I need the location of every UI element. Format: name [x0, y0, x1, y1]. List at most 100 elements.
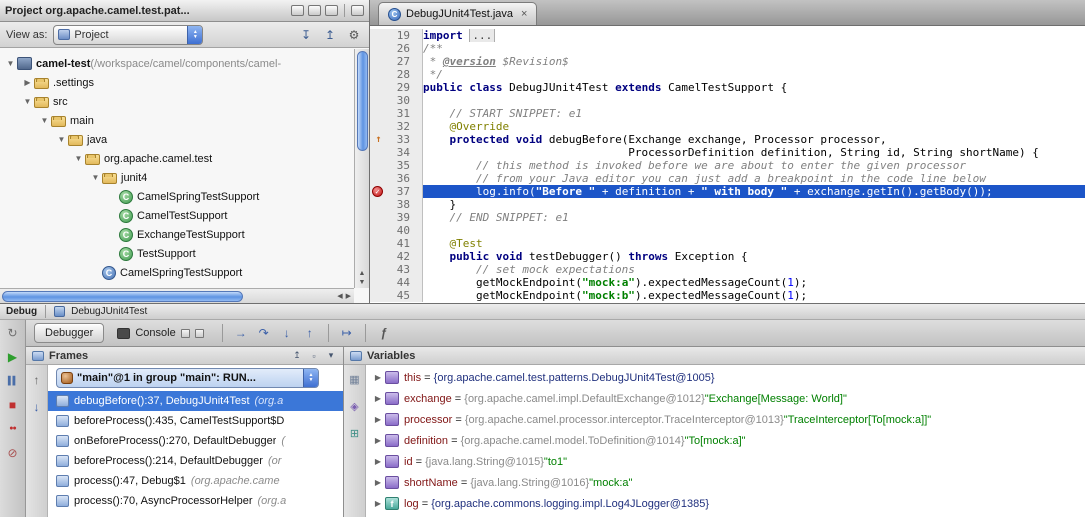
code-line[interactable]: 34 ProcessorDefinition definition, Strin… — [370, 146, 1085, 159]
code-line[interactable]: 19import ... — [370, 29, 1085, 42]
tree-toggle-icon[interactable]: ▼ — [21, 97, 34, 106]
tree-item[interactable]: CExchangeTestSupport — [0, 225, 353, 244]
expander-icon[interactable]: ▶ — [371, 415, 385, 424]
frame-item[interactable]: onBeforeProcess():270, DefaultDebugger ( — [48, 431, 343, 451]
view-as-select[interactable]: Project ▲ ▼ — [53, 25, 203, 45]
header-float-icon[interactable]: ▫ — [308, 351, 320, 361]
tree-item[interactable]: ▼org.apache.camel.test — [0, 149, 353, 168]
run-to-cursor-icon[interactable]: ↦ — [337, 324, 357, 342]
tree-item[interactable]: ▼src — [0, 92, 353, 111]
variable-item[interactable]: ▶this = {org.apache.camel.test.patterns.… — [366, 367, 1085, 388]
tree-toggle-icon[interactable]: ▼ — [89, 173, 102, 182]
code-line[interactable]: 45 getMockEndpoint("mock:b").expectedMes… — [370, 289, 1085, 302]
tree-toggle-icon[interactable]: ▼ — [38, 116, 51, 125]
scrollbar-thumb[interactable] — [2, 291, 243, 302]
frame-item[interactable]: debugBefore():37, DebugJUnit4Test (org.a — [48, 391, 343, 411]
variable-item[interactable]: ▶flog = {org.apache.commons.logging.impl… — [366, 493, 1085, 514]
code-line[interactable]: 39 // END SNIPPET: e1 — [370, 211, 1085, 224]
collapse-all-icon[interactable]: ↥ — [321, 28, 339, 42]
view-options-icon[interactable]: ▦ — [347, 372, 363, 388]
editor-tab[interactable]: C DebugJUnit4Test.java × — [378, 2, 537, 25]
show-execution-point-icon[interactable]: → — [231, 324, 251, 342]
code-line[interactable]: 29public class DebugJUnit4Test extends C… — [370, 81, 1085, 94]
scroll-left-icon[interactable]: ◀ — [337, 292, 342, 300]
variable-item[interactable]: ▶definition = {org.apache.camel.model.To… — [366, 430, 1085, 451]
expander-icon[interactable]: ▶ — [371, 478, 385, 487]
frame-item[interactable]: process():70, AsyncProcessorHelper (org.… — [48, 491, 343, 511]
close-tab-icon[interactable]: × — [521, 8, 527, 20]
step-out-icon[interactable]: ↑ — [300, 324, 320, 342]
step-over-icon[interactable]: ↷ — [254, 324, 274, 342]
split-window-icon[interactable] — [325, 5, 338, 16]
code-line[interactable]: 31 // START SNIPPET: e1 — [370, 107, 1085, 120]
add-watch-icon[interactable]: ⊞ — [347, 426, 363, 442]
tree-toggle-icon[interactable]: ▼ — [55, 135, 68, 144]
expander-icon[interactable]: ▶ — [371, 457, 385, 466]
tree-item[interactable]: ▼java — [0, 130, 353, 149]
tree-item[interactable]: ▼junit4 — [0, 168, 353, 187]
scrollbar-buttons[interactable]: ◀ ▶ — [337, 292, 354, 300]
code-line[interactable]: 27 * @version $Revision$ — [370, 55, 1085, 68]
variable-item[interactable]: ▶id = {java.lang.String@1015}"to1" — [366, 451, 1085, 472]
code-line[interactable]: 30 — [370, 94, 1085, 107]
shrink-window-icon[interactable] — [308, 5, 321, 16]
variable-item[interactable]: ▶processor = {org.apache.camel.processor… — [366, 409, 1085, 430]
tree-horizontal-scrollbar[interactable]: ◀ ▶ — [0, 288, 354, 303]
tree-item[interactable]: CCamelSpringTestSupport — [0, 263, 353, 282]
breakpoint-icon[interactable]: ✓ — [372, 186, 383, 197]
scrollbar-thumb[interactable] — [357, 51, 368, 151]
tree-toggle-icon[interactable]: ▼ — [72, 154, 85, 163]
code-line[interactable]: 26/** — [370, 42, 1085, 55]
tree-item[interactable]: CTestSupport — [0, 244, 353, 263]
mute-breakpoints-icon[interactable]: ⊘ — [5, 445, 21, 461]
expander-icon[interactable]: ▶ — [371, 373, 385, 382]
next-frame-icon[interactable]: ↓ — [29, 399, 45, 415]
frame-item[interactable]: beforeProcess():435, CamelTestSupport$D — [48, 411, 343, 431]
evaluate-expression-icon[interactable]: ƒ — [374, 324, 394, 342]
tree-item[interactable]: ▼camel-test (/workspace/camel/components… — [0, 54, 353, 73]
code-line[interactable]: 42 public void testDebugger() throws Exc… — [370, 250, 1085, 263]
code-line[interactable]: 36 // from your Java editor you can just… — [370, 172, 1085, 185]
tree-toggle-icon[interactable]: ▶ — [21, 78, 34, 87]
frame-item[interactable]: process():47, Debug$1 (org.apache.came — [48, 471, 343, 491]
previous-frame-icon[interactable]: ↑ — [29, 372, 45, 388]
float-window-icon[interactable] — [291, 5, 304, 16]
frame-item[interactable]: beforeProcess():214, DefaultDebugger (or — [48, 451, 343, 471]
scroll-right-icon[interactable]: ▶ — [346, 292, 351, 300]
expander-icon[interactable]: ▶ — [371, 394, 385, 403]
header-collapse-icon[interactable]: ↥ — [291, 350, 303, 361]
autoscroll-to-source-icon[interactable]: ↧ — [297, 28, 315, 42]
stop-icon[interactable]: ■ — [5, 397, 21, 413]
scrollbar-buttons[interactable]: ▲ ▼ — [359, 270, 366, 288]
expander-icon[interactable]: ▶ — [371, 436, 385, 445]
code-area[interactable]: 19import ...26/**27 * @version $Revision… — [370, 26, 1085, 303]
code-line[interactable]: 43 // set mock expectations — [370, 263, 1085, 276]
tree-item[interactable]: CCamelSpringTestSupport — [0, 187, 353, 206]
settings-gear-icon[interactable]: ⚙ — [345, 28, 363, 42]
combo-stepper-icon[interactable]: ▲ ▼ — [187, 26, 202, 44]
tab-console[interactable]: Console — [107, 323, 213, 343]
code-line[interactable]: 44 getMockEndpoint("mock:a").expectedMes… — [370, 276, 1085, 289]
tree-vertical-scrollbar[interactable]: ▲ ▼ — [354, 49, 369, 288]
expander-icon[interactable]: ▶ — [371, 499, 385, 508]
thread-selector[interactable]: "main"@1 in group "main": RUN... ▲ ▼ — [56, 368, 319, 388]
header-hide-icon[interactable]: ▾ — [325, 350, 337, 361]
code-line[interactable]: 41 @Test — [370, 237, 1085, 250]
hide-panel-icon[interactable] — [351, 5, 364, 16]
resume-program-icon[interactable]: ▶ — [5, 349, 21, 365]
code-line[interactable]: ↑33 protected void debugBefore(Exchange … — [370, 133, 1085, 146]
code-line[interactable]: 35 // this method is invoked before we a… — [370, 159, 1085, 172]
pause-program-icon[interactable]: ▌▌ — [5, 373, 21, 389]
code-line[interactable]: 38 } — [370, 198, 1085, 211]
float-tab-icon[interactable] — [195, 329, 204, 338]
tree-item[interactable]: ▶.settings — [0, 73, 353, 92]
folded-imports-icon[interactable]: ... — [469, 29, 495, 42]
pin-tab-icon[interactable] — [181, 329, 190, 338]
code-line[interactable]: 32 @Override — [370, 120, 1085, 133]
tree-item[interactable]: CCamelTestSupport — [0, 206, 353, 225]
code-line[interactable]: 40 — [370, 224, 1085, 237]
scroll-up-icon[interactable]: ▲ — [359, 270, 366, 277]
tree-toggle-icon[interactable]: ▼ — [4, 59, 17, 68]
rerun-icon[interactable]: ↻ — [5, 325, 21, 341]
view-breakpoints-icon[interactable]: ●● — [5, 421, 21, 437]
